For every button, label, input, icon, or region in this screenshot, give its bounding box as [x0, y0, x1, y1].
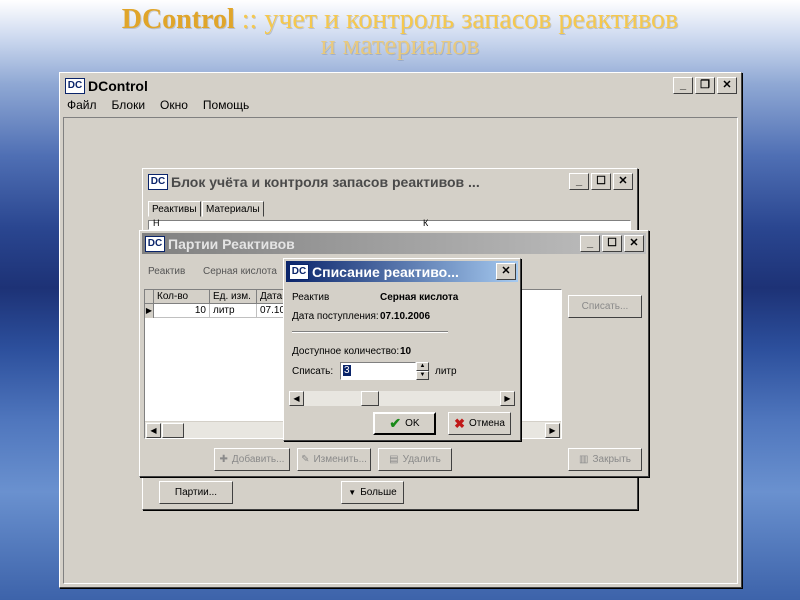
add-icon: ✚ — [219, 454, 228, 465]
grid-indicator-header — [145, 290, 154, 304]
main-window-title: DControl — [88, 77, 148, 94]
restore-button[interactable]: ❐ — [695, 77, 715, 94]
batches-titlebar[interactable]: DC Партии Реактивов _ ☐ ✕ — [142, 233, 646, 254]
tab-reagents[interactable]: Реактивы — [148, 201, 201, 217]
dialog-divider — [292, 331, 448, 333]
grid-header-unit[interactable]: Ед. изм. — [210, 290, 257, 304]
edit-button[interactable]: ✎ Изменить... — [297, 448, 371, 471]
app-logo-icon: DC — [65, 77, 85, 94]
grid-header-qty[interactable]: Кол-во — [154, 290, 210, 304]
batches-close-button[interactable]: ✕ — [624, 235, 644, 252]
delete-icon: ▤ — [389, 454, 399, 465]
menu-blocks[interactable]: Блоки — [112, 98, 146, 116]
add-button-label: Добавить... — [231, 454, 285, 465]
main-titlebar[interactable]: DC DControl _ ❐ ✕ — [62, 75, 739, 96]
close-button[interactable]: ✕ — [717, 77, 737, 94]
writeoff-dialog: DC Списание реактиво... ✕ Реактив Серная… — [283, 258, 521, 441]
writeoff-button[interactable]: Списать... — [568, 295, 642, 318]
dialog-close-button[interactable]: ✕ — [496, 263, 516, 280]
batches-reagent-label: Реактив — [148, 266, 186, 277]
block-grid-header: Н К — [148, 218, 631, 230]
menu-window[interactable]: Окно — [160, 98, 188, 116]
track-left-arrow-icon[interactable]: ◀ — [289, 391, 304, 406]
menu-help[interactable]: Помощь — [203, 98, 249, 116]
dialog-writeoff-label: Списать: — [292, 366, 334, 377]
dialog-reagent-label: Реактив — [292, 292, 330, 303]
dialog-date-value: 07.10.2006 — [380, 311, 431, 322]
slide-title-line2: и материалов — [320, 30, 480, 61]
cancel-button[interactable]: ✖ Отмена — [448, 412, 511, 435]
block-header-k: К — [423, 218, 429, 228]
writeoff-dialog-title: Списание реактиво... — [312, 263, 459, 280]
block-tabs: Реактивы Материалы — [148, 201, 628, 219]
block-titlebar[interactable]: DC Блок учёта и контроля запасов реактив… — [145, 171, 635, 192]
batches-minimize-button[interactable]: _ — [580, 235, 600, 252]
slide-title: DControl :: учет и контроль запасов реак… — [0, 6, 800, 60]
scroll-right-arrow-icon[interactable]: ▶ — [545, 423, 560, 438]
more-arrow-icon: ▼ — [348, 488, 357, 497]
row-pointer-icon: ▶ — [145, 304, 154, 318]
more-button[interactable]: ▼ Больше — [341, 481, 404, 504]
writeoff-quantity-value: 3 — [343, 365, 351, 376]
writeoff-track-bar[interactable]: ◀ ▶ — [288, 390, 516, 407]
writeoff-titlebar[interactable]: DC Списание реактиво... ✕ — [286, 261, 518, 282]
scroll-left-arrow-icon[interactable]: ◀ — [146, 423, 161, 438]
close-batches-button[interactable]: ▥ Закрыть — [568, 448, 642, 471]
block-close-button[interactable]: ✕ — [613, 173, 633, 190]
delete-button[interactable]: ▤ Удалить — [378, 448, 452, 471]
row-unit: литр — [210, 304, 257, 318]
block-maximize-button[interactable]: ☐ — [591, 173, 611, 190]
spin-up-icon[interactable]: ▲ — [416, 362, 429, 371]
track-thumb[interactable] — [361, 391, 379, 406]
block-header-n: Н — [153, 218, 160, 228]
delete-button-label: Удалить — [402, 454, 441, 465]
dialog-available-label: Доступное количество: — [292, 346, 400, 357]
batches-logo-icon: DC — [145, 235, 165, 252]
batches-maximize-button[interactable]: ☐ — [602, 235, 622, 252]
check-icon: ✔ — [389, 415, 402, 431]
minimize-button[interactable]: _ — [673, 77, 693, 94]
scroll-thumb[interactable] — [162, 423, 184, 438]
block-logo-icon: DC — [148, 173, 168, 190]
x-icon: ✖ — [454, 415, 465, 431]
add-button[interactable]: ✚ Добавить... — [214, 448, 290, 471]
menu-file[interactable]: Файл — [67, 98, 97, 116]
batches-reagent-value: Серная кислота — [203, 266, 277, 277]
partii-button[interactable]: Партии... — [159, 481, 233, 504]
edit-icon: ✎ — [301, 454, 310, 465]
ok-button[interactable]: ✔ OK — [373, 412, 436, 435]
block-window-title: Блок учёта и контроля запасов реактивов … — [171, 173, 480, 190]
dialog-reagent-value: Серная кислота — [380, 292, 459, 303]
writeoff-spinner[interactable]: ▲ ▼ — [416, 362, 429, 380]
dialog-unit-label: литр — [435, 366, 457, 377]
cancel-button-label: Отмена — [469, 418, 505, 429]
dialog-logo-icon: DC — [289, 263, 309, 280]
edit-button-label: Изменить... — [313, 454, 367, 465]
dialog-available-value: 10 — [400, 346, 412, 357]
track-right-arrow-icon[interactable]: ▶ — [500, 391, 515, 406]
spin-down-icon[interactable]: ▼ — [416, 371, 429, 380]
tab-materials[interactable]: Материалы — [202, 201, 264, 217]
slide-title-brand: DControl — [121, 4, 235, 35]
more-button-label: Больше — [360, 487, 397, 498]
menu-bar: Файл Блоки Окно Помощь — [64, 98, 249, 116]
ok-button-label: OK — [405, 418, 420, 429]
door-icon: ▥ — [579, 454, 589, 465]
batches-window-title: Партии Реактивов — [168, 235, 295, 252]
writeoff-quantity-input[interactable]: 3 — [340, 362, 416, 380]
close-batches-button-label: Закрыть — [592, 454, 631, 465]
row-qty: 10 — [154, 304, 210, 318]
block-minimize-button[interactable]: _ — [569, 173, 589, 190]
dialog-date-label: Дата поступления: — [292, 311, 379, 322]
